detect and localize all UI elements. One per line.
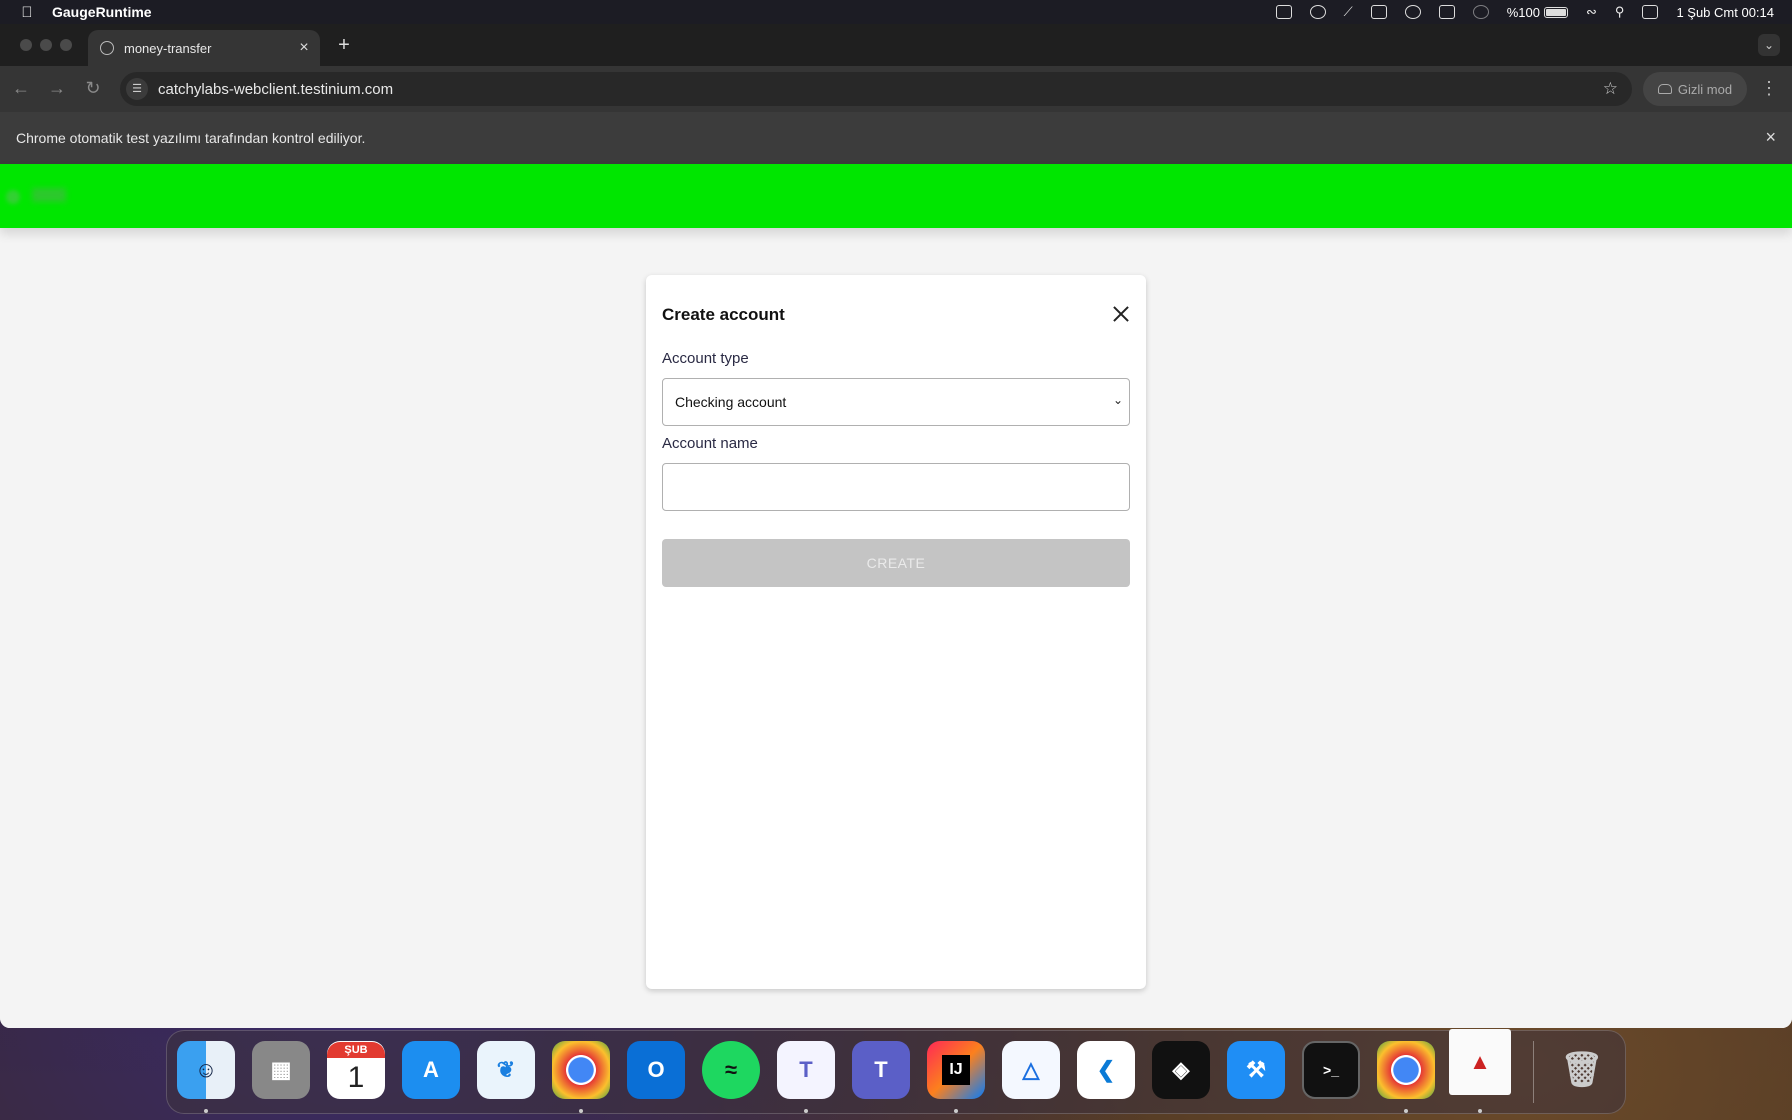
intellij-icon[interactable]: IJ [927, 1041, 985, 1099]
window-controls [20, 39, 72, 51]
unity-icon[interactable]: ◈ [1152, 1041, 1210, 1099]
control-center-icon[interactable] [1642, 5, 1659, 19]
spotify-icon[interactable]: ≈ [702, 1041, 760, 1099]
globe-icon [100, 41, 114, 55]
xcode-icon[interactable]: ⚒ [1227, 1041, 1285, 1099]
reload-icon[interactable]: ↻ [82, 78, 104, 99]
battery-icon [1544, 6, 1568, 18]
browser-menu-icon[interactable]: ⋮ [1760, 78, 1778, 99]
trash-icon[interactable]: 🗑 [1553, 1041, 1611, 1099]
status-area: ⟋ %100 ∾ ⚲ 1 Şub Cmt 00:14 [1275, 0, 1774, 24]
running-indicator [1478, 1109, 1482, 1113]
new-tab-button[interactable]: + [334, 34, 354, 57]
address-bar[interactable]: ☰ catchylabs-webclient.testinium.com ☆ [120, 72, 1632, 106]
modal-title: Create account [662, 305, 785, 324]
teams-icon[interactable]: T [852, 1041, 910, 1099]
teams-status-icon[interactable] [1275, 5, 1292, 19]
minimize-window-button[interactable] [40, 39, 52, 51]
spotlight-search-icon[interactable]: ⚲ [1615, 4, 1625, 20]
browser-toolbar: ← → ↻ ☰ catchylabs-webclient.testinium.c… [0, 66, 1792, 112]
chrome-icon[interactable] [552, 1041, 610, 1099]
play-status-icon[interactable] [1404, 5, 1421, 19]
tab-search-chevron-icon[interactable]: ⌄ [1758, 34, 1780, 56]
create-account-modal: Create account Account type Checking acc… [646, 275, 1146, 989]
outlook-icon[interactable]: O [627, 1041, 685, 1099]
pen-status-icon[interactable]: ⟋ [1344, 4, 1353, 20]
dock-separator [1533, 1041, 1534, 1103]
app-store-icon[interactable]: A [402, 1041, 460, 1099]
calendar-day: 1 [347, 1061, 365, 1094]
globe-status-icon[interactable] [1309, 5, 1326, 19]
java-icon[interactable]: ▲ [1449, 1029, 1511, 1095]
running-indicator [204, 1109, 208, 1113]
keyboard-status-icon[interactable] [1438, 5, 1455, 19]
create-button[interactable]: CREATE [662, 539, 1130, 587]
account-type-value: Checking account [675, 394, 787, 410]
airdrop-status-icon[interactable] [1472, 5, 1489, 19]
close-tab-icon[interactable]: × [292, 39, 316, 57]
app-header [0, 164, 1792, 228]
battery-indicator[interactable]: %100 [1507, 5, 1568, 20]
incognito-label: Gizli mod [1677, 81, 1733, 97]
running-indicator [579, 1109, 583, 1113]
apple-menu-icon[interactable]:  [18, 4, 36, 21]
instruments-icon[interactable]: △ [1002, 1041, 1060, 1099]
automation-notice: Chrome otomatik test yazılımı tarafından… [16, 130, 366, 146]
account-type-select[interactable]: Checking account ⌄ [662, 378, 1130, 426]
incognito-indicator[interactable]: Gizli mod [1643, 72, 1747, 106]
chrome-icon[interactable] [1377, 1041, 1435, 1099]
teams-classic-icon[interactable]: T [777, 1041, 835, 1099]
page-content: Create account Account type Checking acc… [0, 164, 1792, 1028]
site-settings-icon[interactable]: ☰ [126, 78, 148, 100]
zoom-window-button[interactable] [60, 39, 72, 51]
back-arrow-icon[interactable]: ← [10, 78, 32, 99]
incognito-icon [1657, 84, 1672, 94]
automation-infobar: Chrome otomatik test yazılımı tarafından… [0, 112, 1792, 164]
calendar-icon[interactable]: ŞUB 1 [327, 1041, 385, 1099]
browser-window: money-transfer × + ⌄ ← → ↻ ☰ catchylabs-… [0, 24, 1792, 1028]
chevron-down-icon: ⌄ [1112, 393, 1123, 407]
terminal-icon[interactable]: >_ [1302, 1041, 1360, 1099]
safari-icon[interactable]: ❦ [477, 1041, 535, 1099]
blurred-header-text [32, 188, 66, 202]
menu-bar:  GaugeRuntime ⟋ %100 ∾ ⚲ 1 Şub Cmt 00:1… [0, 0, 1792, 24]
running-indicator [954, 1109, 958, 1113]
finder-icon[interactable]: ☺ [177, 1041, 235, 1099]
tab-title: money-transfer [124, 40, 212, 56]
calendar-month: ŞUB [327, 1042, 385, 1058]
close-modal-icon[interactable] [1110, 303, 1132, 325]
vscode-icon[interactable]: ❮ [1077, 1041, 1135, 1099]
bookmark-star-icon[interactable]: ☆ [1603, 79, 1618, 99]
wifi-icon[interactable]: ∾ [1586, 4, 1597, 20]
close-infobar-icon[interactable]: × [1765, 127, 1776, 148]
account-name-label: Account name [662, 435, 758, 452]
running-indicator [804, 1109, 808, 1113]
tab-strip: money-transfer × + ⌄ [0, 24, 1792, 66]
running-indicator [1404, 1109, 1408, 1113]
active-app-name[interactable]: GaugeRuntime [52, 4, 152, 20]
account-type-label: Account type [662, 350, 749, 367]
tab-money-transfer[interactable]: money-transfer × [88, 30, 320, 66]
clock[interactable]: 1 Şub Cmt 00:14 [1676, 5, 1774, 20]
account-name-input[interactable] [662, 463, 1130, 511]
forward-arrow-icon[interactable]: → [46, 78, 68, 99]
close-window-button[interactable] [20, 39, 32, 51]
url-text[interactable]: catchylabs-webclient.testinium.com [158, 81, 1603, 98]
battery-percent: %100 [1506, 4, 1540, 20]
launchpad-icon[interactable]: ▦ [252, 1041, 310, 1099]
window-status-icon[interactable] [1370, 5, 1387, 19]
blurred-logo-icon [6, 190, 20, 204]
dock: ☺ ▦ ŞUB 1 A ❦ O ≈ T T IJ △ ❮ ◈ ⚒ >_ ▲ 🗑 [166, 1029, 1626, 1114]
